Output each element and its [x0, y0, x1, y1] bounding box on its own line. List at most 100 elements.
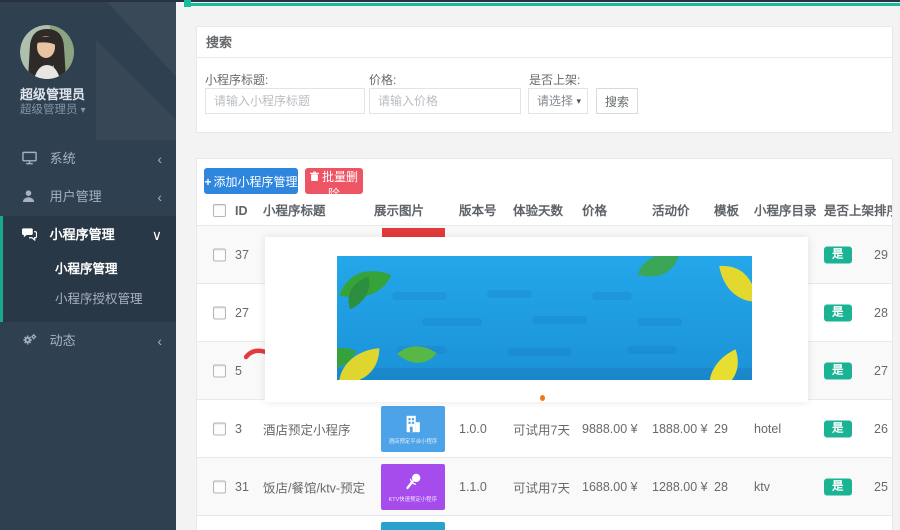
- cell-title: 饭店/餐馆/ktv-预定: [263, 477, 371, 496]
- sidebar-subitem-miniprogram-management[interactable]: 小程序管理: [3, 254, 176, 284]
- title-filter-input[interactable]: [205, 88, 365, 114]
- cell-title: 酒店预定小程序: [263, 419, 371, 438]
- table-header: ID 小程序标题 展示图片 版本号 体验天数 价格 活动价 模板 小程序目录 是…: [197, 196, 893, 226]
- col-header-template: 模板: [714, 196, 739, 226]
- add-button-label: 添加小程序管理: [214, 175, 298, 189]
- cell-id: 5: [235, 364, 242, 378]
- window-top-edge: [0, 0, 900, 2]
- search-panel: 搜索 小程序标题: 价格: 是否上架: 请选择 ▾ 搜索: [196, 26, 893, 133]
- microphone-icon: [402, 472, 424, 492]
- chevron-left-icon: ‹: [157, 140, 162, 178]
- cell-version: 1.1.0: [459, 480, 487, 494]
- sidebar-item-label: 小程序管理: [50, 227, 115, 242]
- select-arrow-icon: ▾: [576, 89, 581, 113]
- row-checkbox[interactable]: [213, 422, 226, 435]
- sidebar-item-dynamics[interactable]: 动态 ‹: [0, 322, 176, 360]
- thumbnail-ktv[interactable]: KTV快速预定小程序: [381, 464, 445, 510]
- chevron-left-icon: ‹: [157, 322, 162, 360]
- sidebar-item-label: 系统: [50, 151, 76, 166]
- cell-sort: 25: [874, 480, 888, 494]
- sidebar-item-label: 动态: [50, 333, 76, 348]
- admin-page: 超级管理员 超级管理员▾ 系统 ‹ 用户管理 ‹: [0, 0, 900, 530]
- cell-directory: hotel: [754, 422, 781, 436]
- row-checkbox[interactable]: [213, 248, 226, 261]
- col-header-title: 小程序标题: [263, 196, 371, 226]
- col-header-id: ID: [235, 196, 248, 226]
- sidebar-item-miniprogram-management[interactable]: 小程序管理 ∨: [3, 216, 176, 254]
- chevron-down-icon: ∨: [152, 216, 162, 254]
- col-header-sort: 排序: [874, 196, 893, 226]
- caret-down-icon: ▾: [81, 105, 86, 116]
- row-checkbox[interactable]: [213, 306, 226, 319]
- sidebar: 超级管理员 超级管理员▾ 系统 ‹ 用户管理 ‹: [0, 0, 176, 530]
- image-preview-popup: [265, 237, 808, 402]
- cell-id: 37: [235, 248, 249, 262]
- listed-badge: 是: [824, 420, 852, 437]
- col-header-listed: 是否上架: [824, 196, 874, 226]
- sidebar-group-miniprogram: 小程序管理 ∨ 小程序管理 小程序授权管理: [0, 216, 176, 322]
- col-header-trial-days: 体验天数: [513, 196, 563, 226]
- price-filter-input[interactable]: [369, 88, 521, 114]
- plus-icon: +: [204, 175, 211, 189]
- cell-price: 1688.00 ¥: [582, 480, 638, 494]
- thumbnail-partial[interactable]: [381, 522, 445, 530]
- cell-id: 31: [235, 480, 249, 494]
- cell-template: 28: [714, 480, 728, 494]
- cell-sort: 28: [874, 306, 888, 320]
- chevron-left-icon: ‹: [157, 178, 162, 216]
- sidebar-item-user-management[interactable]: 用户管理 ‹: [0, 178, 176, 216]
- cell-template: 29: [714, 422, 728, 436]
- search-button[interactable]: 搜索: [596, 88, 638, 114]
- select-value: 请选择: [537, 94, 573, 108]
- row-checkbox[interactable]: [213, 364, 226, 377]
- thumbnail-caption: KTV快速预定小程序: [389, 494, 437, 502]
- cell-directory: ktv: [754, 480, 770, 494]
- listed-badge: 是: [824, 478, 852, 495]
- cell-price: 9888.00 ¥: [582, 422, 638, 436]
- col-header-image: 展示图片: [374, 196, 424, 226]
- preview-orange-dot: [540, 395, 545, 401]
- sidebar-item-label: 用户管理: [50, 189, 102, 204]
- cell-trial-days: 可试用7天: [513, 477, 570, 496]
- select-all-checkbox[interactable]: [213, 204, 226, 217]
- user-role-dropdown[interactable]: 超级管理员▾: [20, 101, 86, 117]
- cell-trial-days: 可试用7天: [513, 419, 570, 438]
- cell-sort: 27: [874, 364, 888, 378]
- cell-sort: 26: [874, 422, 888, 436]
- listed-badge: 是: [824, 304, 852, 321]
- loading-progress-bar: [187, 3, 900, 6]
- add-miniprogram-button[interactable]: +添加小程序管理: [204, 168, 298, 194]
- cell-activity-price: 1288.00 ¥: [652, 480, 708, 494]
- row-checkbox[interactable]: [213, 480, 226, 493]
- sidebar-item-system[interactable]: 系统 ‹: [0, 140, 176, 178]
- comments-icon: [22, 218, 38, 256]
- thumbnail-sliver-red: [382, 228, 445, 237]
- sidebar-subitem-miniprogram-auth[interactable]: 小程序授权管理: [3, 284, 176, 314]
- col-header-version: 版本号: [459, 196, 497, 226]
- user-role-label: 超级管理员: [20, 104, 78, 116]
- sidebar-nav: 系统 ‹ 用户管理 ‹ 小程序管理 ∨ 小程序管理: [0, 140, 176, 360]
- trash-icon: [310, 171, 319, 182]
- cell-id: 27: [235, 306, 249, 320]
- col-header-activity-price: 活动价: [652, 196, 690, 226]
- listed-filter-select[interactable]: 请选择 ▾: [528, 88, 588, 114]
- gears-icon: [22, 324, 38, 362]
- table-row: 31 饭店/餐馆/ktv-预定 KTV快速预定小程序 1.1.0 可试用7天 1…: [197, 458, 893, 516]
- user-icon: [22, 180, 38, 218]
- price-filter-label: 价格:: [369, 71, 396, 88]
- thumbnail-hotel[interactable]: 酒店预定平台小程序: [381, 406, 445, 452]
- loading-progress-blob: [184, 0, 191, 7]
- sidebar-deco-triangle: [96, 40, 176, 140]
- sidebar-submenu: 小程序管理 小程序授权管理: [3, 254, 176, 314]
- title-filter-label: 小程序标题:: [205, 71, 268, 88]
- profile-section: 超级管理员 超级管理员▾: [0, 0, 176, 140]
- cell-id: 3: [235, 422, 242, 436]
- listed-badge: 是: [824, 246, 852, 263]
- monitor-icon: [22, 142, 38, 180]
- listed-filter-label: 是否上架:: [529, 71, 580, 88]
- table-row: [197, 516, 893, 530]
- avatar[interactable]: [20, 25, 74, 79]
- col-header-price: 价格: [582, 196, 607, 226]
- batch-delete-button[interactable]: 批量删除: [305, 168, 363, 194]
- listed-badge: 是: [824, 362, 852, 379]
